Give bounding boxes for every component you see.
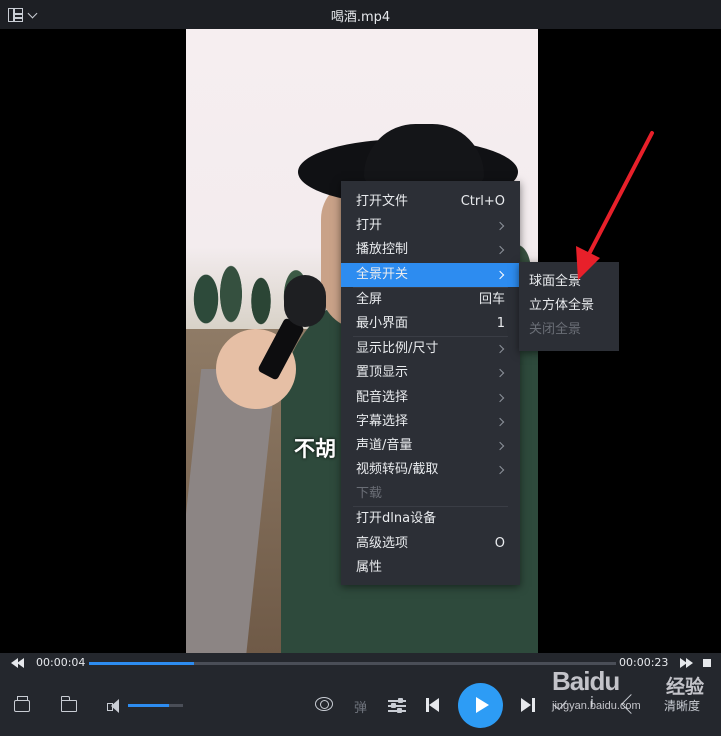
- fast-forward-icon[interactable]: [680, 658, 694, 668]
- toolbox-icon[interactable]: [14, 696, 30, 712]
- menu-item-label: 全景开关: [356, 266, 409, 282]
- menu-item-label: 最小界面: [356, 315, 409, 331]
- current-time: 00:00:04: [36, 656, 86, 669]
- context-menu-item[interactable]: 打开: [341, 214, 520, 238]
- context-menu: 打开文件 Ctrl+O 打开播放控制全景开关全屏 回车最小界面 1 显示比例/尺寸 置顶显示…: [341, 181, 520, 585]
- chevron-right-icon: [495, 465, 505, 475]
- context-menu-item[interactable]: 打开文件 Ctrl+O: [341, 190, 520, 214]
- menu-item-label: 视频转码/截取: [356, 462, 439, 478]
- menu-item-label: 字幕选择: [356, 413, 409, 429]
- window-title: 喝酒.mp4: [330, 10, 391, 25]
- annotation-arrow: [576, 131, 654, 280]
- menu-item-shortcut: Ctrl+O: [460, 194, 505, 209]
- volume-fill: [128, 704, 170, 707]
- previous-icon[interactable]: [426, 698, 440, 712]
- stop-icon[interactable]: [703, 659, 711, 667]
- seek-progress-fill: [89, 662, 195, 665]
- context-menu-item[interactable]: 字幕选择: [341, 410, 520, 434]
- context-menu-item[interactable]: 播放控制: [341, 238, 520, 262]
- context-menu-item[interactable]: 配音选择: [341, 386, 520, 410]
- menu-item-label: 配音选择: [356, 389, 409, 405]
- vr-eye-icon[interactable]: [315, 697, 333, 711]
- menu-item-label: 显示比例/尺寸: [356, 341, 439, 357]
- chevron-right-icon: [495, 270, 505, 279]
- chevron-right-icon: [495, 393, 505, 402]
- menu-item-label: 播放控制: [356, 242, 409, 258]
- menu-item-label: 打开文件: [356, 194, 409, 209]
- seek-slider[interactable]: [89, 662, 616, 665]
- context-menu-item[interactable]: 显示比例/尺寸: [341, 337, 520, 361]
- chevron-right-icon: [495, 441, 505, 451]
- context-menu-item[interactable]: 最小界面 1: [341, 312, 520, 336]
- menu-item-label: 高级选项: [356, 535, 409, 551]
- context-menu-item[interactable]: 属性: [341, 556, 520, 580]
- menu-item-label: 属性: [356, 559, 383, 575]
- equalizer-icon[interactable]: [388, 697, 406, 713]
- chevron-right-icon: [495, 369, 505, 378]
- menu-item-shortcut: 1: [496, 315, 505, 331]
- video-microphone: [284, 275, 326, 327]
- submenu-item: 关闭全景: [519, 318, 619, 342]
- context-menu-item[interactable]: 置顶显示: [341, 361, 520, 385]
- menu-item-label: 置顶显示: [356, 365, 409, 381]
- danmu-button[interactable]: 弹: [354, 697, 367, 716]
- menu-item-label: 声道/音量: [356, 437, 413, 453]
- context-menu-item[interactable]: 打开dlna设备: [341, 507, 520, 531]
- quality-button[interactable]: 清晰度: [664, 697, 700, 714]
- context-menu-item[interactable]: 高级选项 O: [341, 532, 520, 556]
- menu-item-shortcut: O: [494, 535, 505, 551]
- check-icon[interactable]: [553, 695, 567, 711]
- context-menu-item[interactable]: 视频转码/截取: [341, 458, 520, 482]
- progress-bar: 00:00:04 00:00:23: [0, 653, 721, 673]
- submenu-item-label: 关闭全景: [529, 322, 582, 338]
- rewind-icon[interactable]: [11, 658, 25, 668]
- context-menu-item[interactable]: 全屏 回车: [341, 288, 520, 312]
- video-subtitle: 不胡: [294, 437, 336, 461]
- menu-item-label: 全屏: [356, 291, 383, 307]
- total-time: 00:00:23: [619, 656, 669, 669]
- chevron-right-icon: [495, 221, 505, 231]
- chevron-right-icon: [495, 246, 505, 255]
- info-icon[interactable]: i: [590, 695, 594, 711]
- volume-icon[interactable]: [107, 699, 121, 713]
- context-menu-item[interactable]: 声道/音量: [341, 434, 520, 458]
- submenu-item-label: 立方体全景: [529, 298, 595, 314]
- submenu-item[interactable]: 立方体全景: [519, 294, 619, 318]
- folder-icon[interactable]: [61, 696, 77, 712]
- context-menu-item: 下载: [341, 482, 520, 506]
- chevron-right-icon: [495, 417, 505, 426]
- context-menu-item[interactable]: 全景开关: [341, 262, 520, 287]
- chevron-right-icon: [495, 344, 505, 354]
- video-person-hat-top: [364, 124, 484, 184]
- menu-item-label: 打开: [356, 218, 383, 234]
- control-bar: 弹 i 清晰度: [0, 673, 721, 736]
- menu-item-shortcut: 回车: [478, 291, 505, 307]
- next-icon[interactable]: [521, 698, 535, 712]
- menu-item-label: 下载: [356, 486, 383, 502]
- play-button[interactable]: [458, 683, 503, 728]
- volume-slider[interactable]: [128, 704, 183, 707]
- menu-item-label: 打开dlna设备: [356, 511, 437, 527]
- title-bar: 喝酒.mp4: [0, 0, 721, 29]
- expand-icon[interactable]: [621, 694, 641, 714]
